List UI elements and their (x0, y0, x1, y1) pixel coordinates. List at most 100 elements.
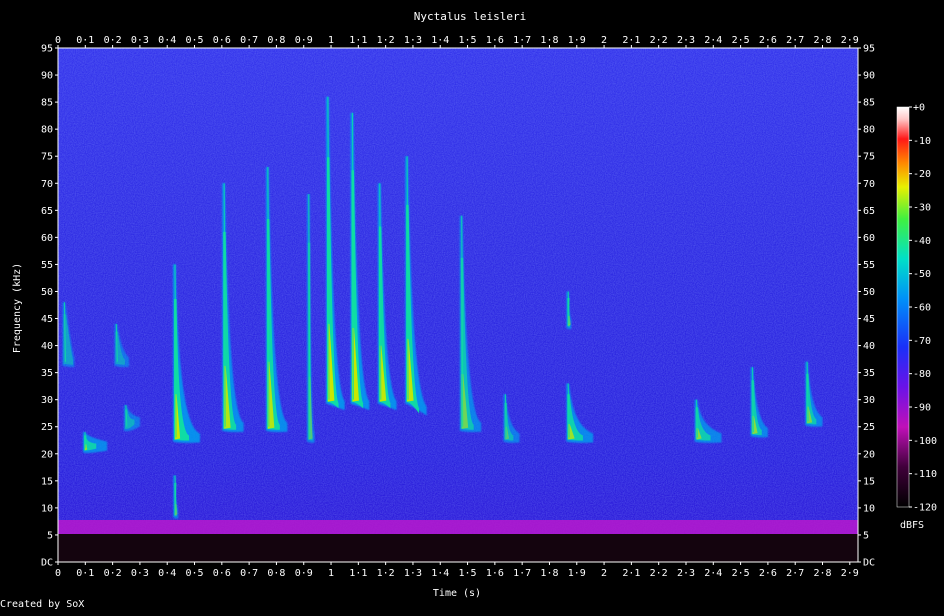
x-tick-label-bottom: 0·7 (240, 568, 258, 579)
y-tick-label-right: 80 (863, 125, 875, 136)
x-tick-label-bottom: 2·4 (704, 568, 722, 579)
x-tick-label-top: 0·9 (295, 35, 313, 46)
colorbar-ticks: +0 -10 -20 -30 -40 -50 -60 -70 -80 -90 -100 -110 -12… (909, 103, 937, 514)
x-tick-label-top: 0 (55, 35, 61, 46)
x-axis-label: Time (s) (433, 588, 481, 599)
x-tick-label-top: 1·6 (486, 35, 504, 46)
y-tick-label-left: 75 (41, 152, 53, 163)
x-tick-label-top: 0·6 (213, 35, 231, 46)
x-tick-label-bottom: 0·2 (104, 568, 122, 579)
x-tick-label-bottom: 0·3 (131, 568, 149, 579)
x-tick-label-top: 1·2 (377, 35, 395, 46)
colorbar-tick-label: -20 (913, 169, 931, 180)
x-tick-label-top: 0·5 (185, 35, 203, 46)
x-tick-label-bottom: 0·8 (267, 568, 285, 579)
x-tick-label-bottom: 2 (601, 568, 607, 579)
y-tick-label-right: 85 (863, 98, 875, 109)
x-tick-label-bottom: 1·8 (540, 568, 558, 579)
y-tick-label-left: DC (41, 558, 53, 569)
y-tick-label-right: 55 (863, 260, 875, 271)
x-tick-label-top: 0·3 (131, 35, 149, 46)
y-tick-label-right: 45 (863, 314, 875, 325)
spectrogram-chart: 0 0 0·1 0·1 0·2 0·2 0·3 0·3 0·4 0·4 0·5 0·5 0·6 0·6 0·… (0, 10, 937, 610)
colorbar-tick-label: -80 (913, 369, 931, 380)
y-tick-label-left: 80 (41, 125, 53, 136)
x-tick-label-bottom: 2·1 (622, 568, 640, 579)
y-tick-label-right: 95 (863, 44, 875, 55)
x-tick-label-top: 0·1 (76, 35, 94, 46)
x-tick-label-top: 1·3 (404, 35, 422, 46)
y-tick-label-right: 60 (863, 233, 875, 244)
y-tick-label-left: 70 (41, 179, 53, 190)
y-tick-label-left: 5 (47, 530, 53, 541)
y-tick-label-right: 30 (863, 395, 875, 406)
low-frequency-band (58, 520, 858, 534)
x-tick-label-bottom: 1·7 (513, 568, 531, 579)
x-tick-label-bottom: 2·3 (677, 568, 695, 579)
x-tick-label-bottom: 1·1 (349, 568, 367, 579)
y-tick-label-right: 25 (863, 422, 875, 433)
noise-texture (58, 48, 858, 562)
x-tick-label-bottom: 0·5 (185, 568, 203, 579)
y-tick-label-left: 40 (41, 341, 53, 352)
x-tick-label-bottom: 2·5 (732, 568, 750, 579)
chart-title: Nyctalus leisleri (414, 10, 527, 23)
credit-text: Created by SoX (0, 599, 84, 610)
x-tick-label-bottom: 1 (328, 568, 334, 579)
y-tick-label-left: 10 (41, 503, 53, 514)
x-tick-label-top: 2·2 (650, 35, 668, 46)
colorbar-tick-label: -30 (913, 203, 931, 214)
x-tick-label-top: 2·5 (732, 35, 750, 46)
y-tick-label-right: DC (863, 558, 875, 569)
y-axis-label: Frequency (kHz) (12, 263, 23, 353)
x-tick-label-top: 1·9 (568, 35, 586, 46)
colorbar-tick-label: -110 (913, 469, 937, 480)
x-tick-label-top: 2·8 (813, 35, 831, 46)
y-tick-label-left: 90 (41, 71, 53, 82)
x-tick-label-bottom: 1·3 (404, 568, 422, 579)
y-tick-label-left: 50 (41, 287, 53, 298)
sub-band-dark (58, 534, 858, 562)
plot-area (58, 48, 858, 562)
y-tick-label-left: 95 (41, 44, 53, 55)
y-tick-label-right: 10 (863, 503, 875, 514)
colorbar-gradient (896, 106, 910, 508)
colorbar-tick-label: -100 (913, 436, 937, 447)
y-tick-label-right: 50 (863, 287, 875, 298)
x-tick-label-bottom: 1·6 (486, 568, 504, 579)
x-tick-label-bottom: 2·6 (759, 568, 777, 579)
x-tick-label-bottom: 0 (55, 568, 61, 579)
x-tick-label-top: 1·7 (513, 35, 531, 46)
x-tick-label-top: 1·4 (431, 35, 449, 46)
y-tick-label-right: 5 (863, 530, 869, 541)
x-tick-label-top: 0·2 (104, 35, 122, 46)
x-tick-label-top: 2·4 (704, 35, 722, 46)
y-tick-label-left: 55 (41, 260, 53, 271)
y-tick-label-left: 45 (41, 314, 53, 325)
x-tick-label-bottom: 0·9 (295, 568, 313, 579)
colorbar: +0 -10 -20 -30 -40 -50 -60 -70 -80 -90 -100 -110 -12… (896, 103, 937, 531)
x-tick-label-top: 0·8 (267, 35, 285, 46)
x-tick-label-top: 0·4 (158, 35, 176, 46)
x-tick-label-top: 1·1 (349, 35, 367, 46)
x-tick-label-top: 0·7 (240, 35, 258, 46)
y-tick-label-left: 60 (41, 233, 53, 244)
y-tick-label-left: 15 (41, 476, 53, 487)
colorbar-tick-label: -50 (913, 269, 931, 280)
x-tick-label-bottom: 2·8 (813, 568, 831, 579)
colorbar-tick-label: -60 (913, 303, 931, 314)
x-tick-label-bottom: 0·4 (158, 568, 176, 579)
y-tick-label-right: 70 (863, 179, 875, 190)
x-tick-label-bottom: 1·5 (459, 568, 477, 579)
y-tick-label-right: 35 (863, 368, 875, 379)
colorbar-tick-label: -40 (913, 236, 931, 247)
x-tick-label-top: 2·6 (759, 35, 777, 46)
y-tick-label-right: 65 (863, 206, 875, 217)
y-tick-label-left: 35 (41, 368, 53, 379)
x-tick-label-bottom: 0·6 (213, 568, 231, 579)
x-tick-label-top: 2·7 (786, 35, 804, 46)
x-tick-label-top: 2·9 (841, 35, 859, 46)
colorbar-tick-label: -70 (913, 336, 931, 347)
x-tick-label-top: 2·3 (677, 35, 695, 46)
y-tick-label-left: 85 (41, 98, 53, 109)
